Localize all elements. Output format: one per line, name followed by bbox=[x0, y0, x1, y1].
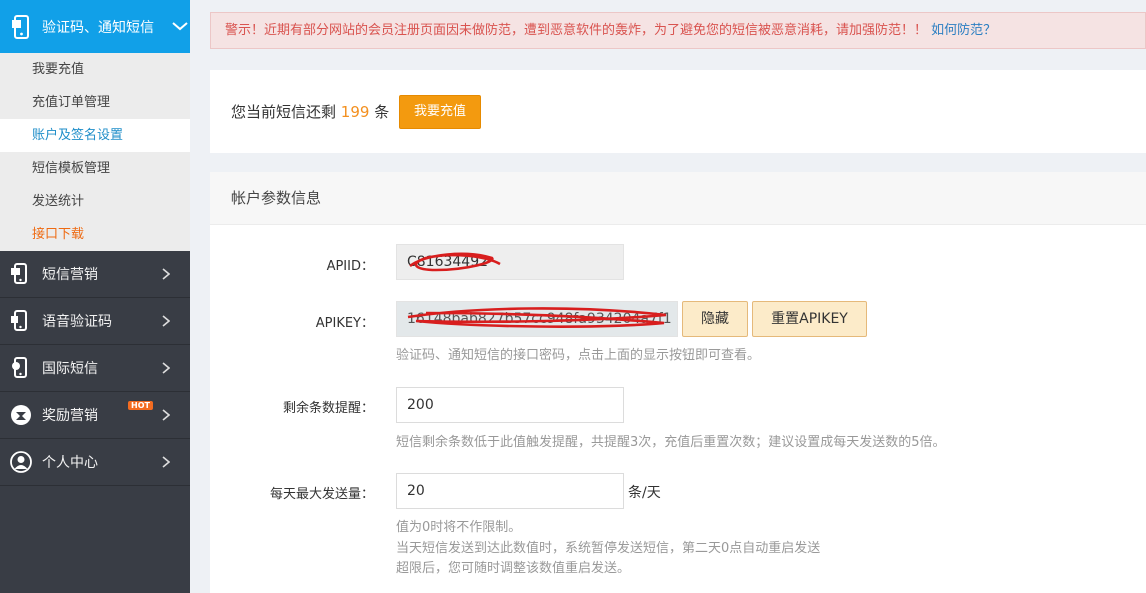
remain-reminder-hint: 短信剩余条数低于此值触发提醒，共提醒3次，充值后重置次数；建议设置成每天发送数的… bbox=[396, 435, 946, 450]
nav-sms-verification[interactable]: 验证码、通知短信 bbox=[0, 0, 190, 53]
balance-prefix: 您当前短信还剩 bbox=[231, 103, 337, 121]
warning-alert: 警示！近期有部分网站的会员注册页面因未做防范，遭到恶意软件的轰炸，为了避免您的短… bbox=[210, 12, 1146, 49]
daily-max-unit: 条/天 bbox=[628, 485, 661, 501]
submenu: 我要充值 充值订单管理 账户及签名设置 短信模板管理 发送统计 接口下载 bbox=[0, 53, 190, 251]
chevron-right-icon bbox=[162, 315, 170, 327]
account-params-title: 帐户参数信息 bbox=[210, 172, 1146, 225]
nav-voice-verification[interactable]: 语音验证码 bbox=[0, 298, 190, 345]
apikey-hint: 验证码、通知短信的接口密码，点击上面的显示按钮即可查看。 bbox=[396, 348, 761, 363]
daily-max-hint-1: 值为0时将不作限制。 bbox=[396, 520, 522, 535]
balance-suffix: 条 bbox=[374, 103, 390, 121]
nav-label: 个人中心 bbox=[42, 455, 98, 471]
balance-count: 199 bbox=[340, 103, 370, 121]
nav-label: 短信营销 bbox=[42, 267, 98, 283]
remain-reminder-label: 剩余条数提醒： bbox=[282, 401, 374, 416]
sidebar: 验证码、通知短信 我要充值 充值订单管理 账户及签名设置 短信模板管理 发送统计… bbox=[0, 0, 190, 593]
globe-phone-icon bbox=[10, 357, 32, 379]
nav-personal-center[interactable]: 个人中心 bbox=[0, 439, 190, 486]
chevron-right-icon bbox=[162, 409, 170, 421]
submenu-templates[interactable]: 短信模板管理 bbox=[0, 152, 190, 185]
remain-reminder-input[interactable]: 200 bbox=[396, 387, 624, 423]
nav-reward-marketing[interactable]: 奖励营销 HOT bbox=[0, 392, 190, 439]
chevron-down-icon bbox=[172, 22, 188, 31]
hot-badge: HOT bbox=[128, 401, 153, 410]
phone-icon bbox=[12, 14, 29, 39]
chevron-right-icon bbox=[162, 456, 170, 468]
reward-icon bbox=[10, 404, 32, 426]
daily-max-hint-2: 当天短信发送到达此数值时，系统暂停发送短信，第二天0点自动重启发送 bbox=[396, 541, 821, 556]
recharge-button[interactable]: 我要充值 bbox=[399, 95, 481, 129]
hide-apikey-button[interactable]: 隐藏 bbox=[682, 301, 748, 337]
balance-card: 您当前短信还剩 199 条 我要充值 bbox=[210, 70, 1146, 153]
nav-label: 奖励营销 bbox=[42, 408, 98, 424]
daily-max-hint-3: 超限后，您可随时调整该数值重启发送。 bbox=[396, 561, 631, 576]
sms-phone-icon bbox=[10, 263, 32, 285]
nav-sms-marketing[interactable]: 短信营销 bbox=[0, 251, 190, 298]
reset-apikey-button[interactable]: 重置APIKEY bbox=[752, 301, 867, 337]
chevron-right-icon bbox=[162, 268, 170, 280]
user-icon bbox=[10, 451, 32, 473]
submenu-account-settings[interactable]: 账户及签名设置 bbox=[0, 119, 190, 152]
chevron-right-icon bbox=[162, 362, 170, 374]
nav-international-sms[interactable]: 国际短信 bbox=[0, 345, 190, 392]
apikey-field: 16148bab827b57cc948fa934204a7f1 bbox=[396, 301, 678, 337]
apiid-field: C81634492 bbox=[396, 244, 624, 280]
nav-label: 语音验证码 bbox=[42, 314, 112, 330]
balance-text: 您当前短信还剩 199 条 bbox=[231, 101, 389, 122]
submenu-statistics[interactable]: 发送统计 bbox=[0, 185, 190, 218]
voice-phone-icon bbox=[10, 310, 32, 332]
alert-text: 警示！近期有部分网站的会员注册页面因未做防范，遭到恶意软件的轰炸，为了避免您的短… bbox=[225, 23, 928, 38]
daily-max-label: 每天最大发送量： bbox=[269, 487, 374, 502]
nav-label: 验证码、通知短信 bbox=[42, 19, 154, 36]
nav-label: 国际短信 bbox=[42, 361, 98, 377]
how-to-prevent-link[interactable]: 如何防范？ bbox=[931, 23, 996, 38]
daily-max-input[interactable]: 20 bbox=[396, 473, 624, 509]
submenu-api-download[interactable]: 接口下载 bbox=[0, 218, 190, 251]
apikey-label: APIKEY： bbox=[315, 316, 374, 331]
account-params-card: 帐户参数信息 APIID： C81634492 APIKEY： 16148bab… bbox=[210, 172, 1146, 593]
submenu-orders[interactable]: 充值订单管理 bbox=[0, 86, 190, 119]
apiid-label: APIID： bbox=[326, 259, 374, 274]
submenu-recharge[interactable]: 我要充值 bbox=[0, 53, 190, 86]
